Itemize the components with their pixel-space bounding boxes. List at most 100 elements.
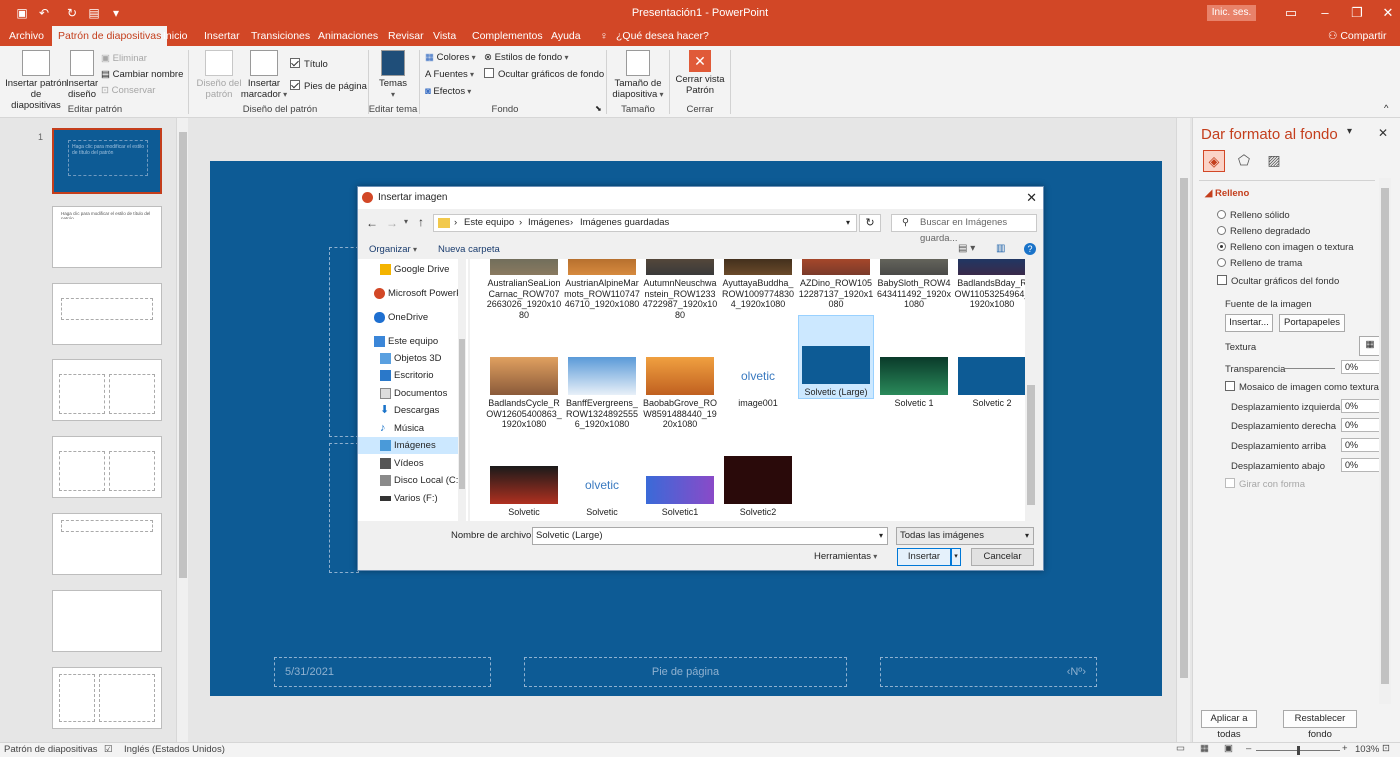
file-item[interactable]: Solvetic 2 [954, 357, 1030, 409]
pane-menu-icon[interactable]: ▾ [1347, 126, 1352, 137]
file-item-selected[interactable]: Solvetic (Large) [798, 315, 874, 399]
insert-image-button[interactable]: Insertar... [1225, 314, 1273, 332]
zoom-slider-thumb[interactable] [1297, 746, 1300, 755]
hide-graphics-checkbox[interactable]: Ocultar gráficos del fondo [1217, 275, 1339, 287]
sign-in-button[interactable]: Inic. ses. [1207, 5, 1256, 21]
rotate-checkbox[interactable]: Girar con forma [1225, 478, 1305, 490]
tools-menu[interactable]: Herramientas ▾ [814, 551, 877, 562]
thumb-layout-2[interactable]: Haga clic para modificar el estilo de tí… [52, 206, 162, 268]
close-button[interactable]: ✕ [1365, 0, 1400, 26]
sorter-view-icon[interactable]: ▦ [1200, 743, 1209, 754]
tab-inicio[interactable]: Inicio [157, 26, 194, 46]
footer-placeholder[interactable]: Pie de página [524, 657, 847, 687]
zoom-out-icon[interactable]: – [1246, 743, 1251, 754]
nav-escritorio[interactable]: Escritorio [358, 367, 458, 384]
colors-button[interactable]: ▦ Colores ▾ [425, 51, 476, 65]
rename-button[interactable]: ▤ Cambiar nombre [101, 68, 183, 82]
preserve-button[interactable]: ⊡ Conservar [101, 84, 155, 98]
refresh-icon[interactable]: ↻ [859, 214, 881, 232]
fit-slide-icon[interactable]: ⊡ [1382, 743, 1390, 754]
title-placeholder[interactable] [329, 247, 359, 437]
effects-button[interactable]: ◙ Efectos ▾ [425, 85, 471, 99]
file-item[interactable]: BadlandsBday_ROW11053254964_1920x1080 [954, 259, 1030, 310]
tile-checkbox[interactable]: Mosaico de imagen como textura [1225, 381, 1379, 393]
close-master-button[interactable]: ✕ Cerrar vista Patrón [675, 50, 725, 96]
slide-number-placeholder[interactable]: ‹Nº› [880, 657, 1097, 687]
file-item[interactable]: AutumnNeuschwanstein_ROW12334722987_1920… [642, 259, 718, 320]
gradient-fill-radio[interactable]: Relleno degradado [1217, 226, 1310, 237]
organize-button[interactable]: Organizar ▾ [369, 244, 417, 255]
pattern-fill-radio[interactable]: Relleno de trama [1217, 258, 1302, 269]
themes-button[interactable]: Temas ▾ [374, 50, 412, 100]
insert-placeholder-button[interactable]: Insertar marcador ▾ [238, 50, 290, 100]
reset-background-button[interactable]: Restablecer fondo [1283, 710, 1357, 740]
zoom-in-icon[interactable]: + [1342, 743, 1348, 754]
file-item[interactable]: AustrianAlpineMarmots_ROW11074746710_192… [564, 259, 640, 310]
nav-documentos[interactable]: Documentos [358, 385, 458, 402]
file-list-scroll-thumb[interactable] [1027, 385, 1035, 505]
file-item[interactable]: BadlandsCycle_ROW12605400863_1920x1080 [486, 357, 562, 430]
tab-vista[interactable]: Vista [427, 26, 462, 46]
nav-powerpoint[interactable]: Microsoft PowerP [358, 285, 462, 302]
title-checkbox[interactable]: Título [290, 58, 328, 72]
pane-scrollbar[interactable] [1379, 178, 1391, 704]
tab-transiciones[interactable]: Transiciones [245, 26, 316, 46]
body-placeholder[interactable] [329, 443, 359, 573]
clipboard-button[interactable]: Portapapeles [1279, 314, 1345, 332]
editor-scrollbar[interactable] [1176, 118, 1190, 742]
new-folder-button[interactable]: Nueva carpeta [438, 244, 500, 255]
nav-disco-c[interactable]: Disco Local (C:) [358, 472, 462, 489]
file-item[interactable]: Solvetic2 [720, 456, 796, 518]
editor-scroll-thumb[interactable] [1180, 178, 1188, 678]
view-options-icon[interactable]: ▤ ▾ [958, 243, 975, 254]
forward-icon[interactable]: → [386, 216, 398, 230]
footers-checkbox[interactable]: Pies de página [290, 80, 367, 94]
cancel-button[interactable]: Cancelar [971, 548, 1034, 566]
transparency-slider[interactable] [1285, 368, 1335, 369]
proofing-icon[interactable]: ☑ [104, 744, 113, 755]
thumb-master[interactable]: Haga clic para modificar el estilo de tí… [52, 128, 162, 194]
tab-patron[interactable]: Patrón de diapositivas [52, 26, 168, 46]
bg-styles-button[interactable]: ⊗ Estilos de fondo ▾ [484, 51, 568, 65]
nav-descargas[interactable]: ⬇ Descargas [358, 402, 458, 419]
fondo-launcher-icon[interactable]: ⬊ [595, 102, 602, 116]
nav-google-drive[interactable]: Google Drive [358, 261, 458, 278]
preview-pane-icon[interactable]: ▥ [996, 243, 1005, 254]
file-item[interactable]: Solvetic 1 [876, 357, 952, 409]
insert-master-button[interactable]: Insertar patrón de diapositivas [5, 50, 67, 111]
search-input[interactable]: ⚲ Buscar en Imágenes guarda... [891, 214, 1037, 244]
fill-tab-icon[interactable]: ◈ [1203, 150, 1225, 172]
transparency-input[interactable]: 0% [1341, 360, 1381, 374]
slide-size-button[interactable]: Tamaño de diapositiva ▾ [612, 50, 664, 100]
insert-split-icon[interactable]: ▾ [951, 548, 961, 566]
collapse-ribbon-icon[interactable]: ^ [1384, 102, 1388, 116]
texture-picker-icon[interactable]: ▦ [1359, 336, 1381, 356]
tab-revisar[interactable]: Revisar [382, 26, 430, 46]
offset-left-input[interactable]: 0% [1341, 399, 1381, 413]
recent-icon[interactable]: ▾ [404, 217, 408, 226]
nav-onedrive[interactable]: OneDrive [358, 309, 458, 326]
apply-all-button[interactable]: Aplicar a todas [1201, 710, 1257, 740]
show-view-icon[interactable]: ▣ [1224, 743, 1233, 754]
share-button[interactable]: ⚇ Compartir [1322, 26, 1392, 46]
solid-fill-radio[interactable]: Relleno sólido [1217, 210, 1290, 221]
tell-me-input[interactable]: ¿Qué desea hacer? [610, 26, 715, 46]
nav-varios-f[interactable]: Varios (F:) [358, 490, 458, 507]
effects-tab-icon[interactable]: ⬠ [1233, 150, 1255, 172]
path-este-equipo[interactable]: Este equipo [464, 215, 514, 231]
offset-right-input[interactable]: 0% [1341, 418, 1381, 432]
nav-objetos-3d[interactable]: Objetos 3D [358, 350, 458, 367]
status-language[interactable]: Inglés (Estados Unidos) [124, 744, 225, 755]
nav-scrollbar[interactable] [458, 259, 466, 521]
file-type-select[interactable]: Todas las imágenes ▾ [896, 527, 1034, 545]
insert-layout-button[interactable]: Insertar diseño [66, 50, 98, 100]
address-dropdown-icon[interactable]: ▾ [846, 215, 850, 231]
insert-button[interactable]: Insertar [897, 548, 951, 566]
nav-scroll-thumb[interactable] [459, 339, 465, 489]
thumb-layout-7[interactable] [52, 590, 162, 652]
nav-imagenes[interactable]: Imágenes [358, 437, 458, 454]
filename-input[interactable]: Solvetic (Large) ▾ [532, 527, 888, 545]
file-item[interactable]: olvetic Solvetic [564, 466, 640, 518]
file-item[interactable]: olvetic image001 [720, 357, 796, 409]
normal-view-icon[interactable]: ▭ [1176, 743, 1185, 754]
